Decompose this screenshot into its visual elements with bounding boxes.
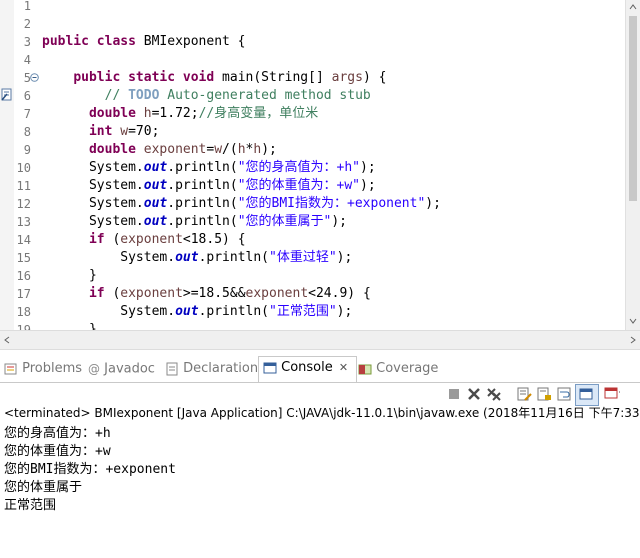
line-number: 8 xyxy=(23,125,31,139)
clear-console-icon[interactable] xyxy=(516,386,532,402)
javadoc-icon: @ xyxy=(88,362,100,376)
code-line-18: System.out.println("正常范围"); xyxy=(120,304,353,319)
code-line-19: } xyxy=(88,322,97,330)
line-number: 15 xyxy=(16,251,31,265)
console-output-line: 您的体重值为：+w xyxy=(4,444,111,459)
tab-problems[interactable]: Problems xyxy=(4,358,82,380)
line-number: 16 xyxy=(16,269,31,283)
tab-coverage[interactable]: Coverage xyxy=(358,358,438,380)
editor-vertical-scrollbar[interactable] xyxy=(625,0,640,330)
pin-console-button[interactable] xyxy=(575,384,599,406)
line-number: 1 xyxy=(23,0,31,13)
console-output-line: 您的BMI指数为：+exponent xyxy=(4,462,176,477)
scroll-lock-icon[interactable] xyxy=(536,386,552,402)
code-line-11: System.out.println("您的体重值为：+w"); xyxy=(88,178,376,193)
declaration-icon xyxy=(166,362,178,375)
line-number: 10 xyxy=(16,161,31,175)
code-editor[interactable]: 1 2 3 4 5 6 7 8 9 10 11 12 13 14 15 16 1… xyxy=(0,0,640,330)
line-number: 14 xyxy=(16,233,31,247)
bottom-panel-tabs: Problems @ Javadoc Declaration Console ✕… xyxy=(0,356,640,383)
scroll-left-arrow-icon[interactable] xyxy=(4,336,10,344)
console-output-line: 您的身高值为：+h xyxy=(4,426,111,441)
code-line-3: public class BMIexponent { xyxy=(42,34,246,49)
code-line-12: System.out.println("您的BMI指数为：+exponent")… xyxy=(88,196,441,211)
remove-all-terminated-icon[interactable] xyxy=(486,386,502,402)
scrollbar-thumb[interactable] xyxy=(629,16,637,201)
tab-declaration[interactable]: Declaration xyxy=(165,358,258,380)
console-toolbar xyxy=(438,384,638,406)
scroll-right-arrow-icon[interactable] xyxy=(630,336,636,344)
code-line-7: double h=1.72;//身高变量，单位米 xyxy=(88,106,319,121)
code-line-9: double exponent=w/(h*h); xyxy=(88,142,277,157)
code-line-14: if (exponent<18.5) { xyxy=(88,232,246,247)
code-line-17: if (exponent>=18.5&&exponent<24.9) { xyxy=(88,286,371,301)
display-selected-console-icon xyxy=(579,388,593,400)
scroll-down-arrow-icon[interactable] xyxy=(629,318,637,324)
console-icon xyxy=(263,362,277,373)
console-status-line: <terminated> BMIexponent [Java Applicati… xyxy=(4,406,640,420)
code-line-8: int w=70; xyxy=(88,124,160,139)
line-number: 4 xyxy=(23,53,31,67)
code-line-13: System.out.println("您的体重属于"); xyxy=(88,214,348,229)
coverage-icon xyxy=(358,364,372,374)
remove-launch-icon[interactable] xyxy=(466,386,482,402)
line-number: 5 xyxy=(23,71,31,85)
terminate-icon[interactable] xyxy=(446,386,462,402)
line-number: 13 xyxy=(16,215,31,229)
code-line-16: } xyxy=(88,268,97,283)
close-icon[interactable]: ✕ xyxy=(339,361,348,374)
scroll-up-arrow-icon[interactable] xyxy=(629,4,637,10)
editor-horizontal-scrollbar[interactable] xyxy=(0,330,640,350)
code-line-5: public static void main(String[] args) { xyxy=(73,70,387,85)
tab-javadoc[interactable]: @ Javadoc xyxy=(88,358,155,380)
line-number: 7 xyxy=(23,107,31,121)
tab-console[interactable]: Console ✕ xyxy=(258,356,357,382)
word-wrap-icon[interactable] xyxy=(556,386,572,402)
console-output-line: 正常范围 xyxy=(4,498,57,513)
line-number: 18 xyxy=(16,305,31,319)
line-number: 2 xyxy=(23,17,31,31)
line-number: 19 xyxy=(16,323,31,330)
code-line-6: // TODO Auto-generated method stub xyxy=(104,88,371,103)
line-number: 3 xyxy=(23,35,31,49)
open-console-icon[interactable] xyxy=(604,386,620,402)
line-number: 17 xyxy=(16,287,31,301)
line-number: 9 xyxy=(23,143,31,157)
console-output-line: 您的体重属于 xyxy=(4,480,83,495)
fold-collapse-icon[interactable] xyxy=(30,73,39,82)
code-line-15: System.out.println("体重过轻"); xyxy=(120,250,353,265)
code-line-10: System.out.println("您的身高值为：+h"); xyxy=(88,160,376,175)
line-number-gutter: 1 2 3 4 5 6 7 8 9 10 11 12 13 14 15 16 1… xyxy=(0,0,40,330)
line-number: 12 xyxy=(16,197,31,211)
task-marker-icon xyxy=(1,88,12,101)
console-output[interactable]: 您的身高值为：+h 您的体重值为：+w 您的BMI指数为：+exponent 您… xyxy=(4,425,176,515)
problems-icon xyxy=(4,363,17,374)
line-number: 11 xyxy=(16,179,31,193)
